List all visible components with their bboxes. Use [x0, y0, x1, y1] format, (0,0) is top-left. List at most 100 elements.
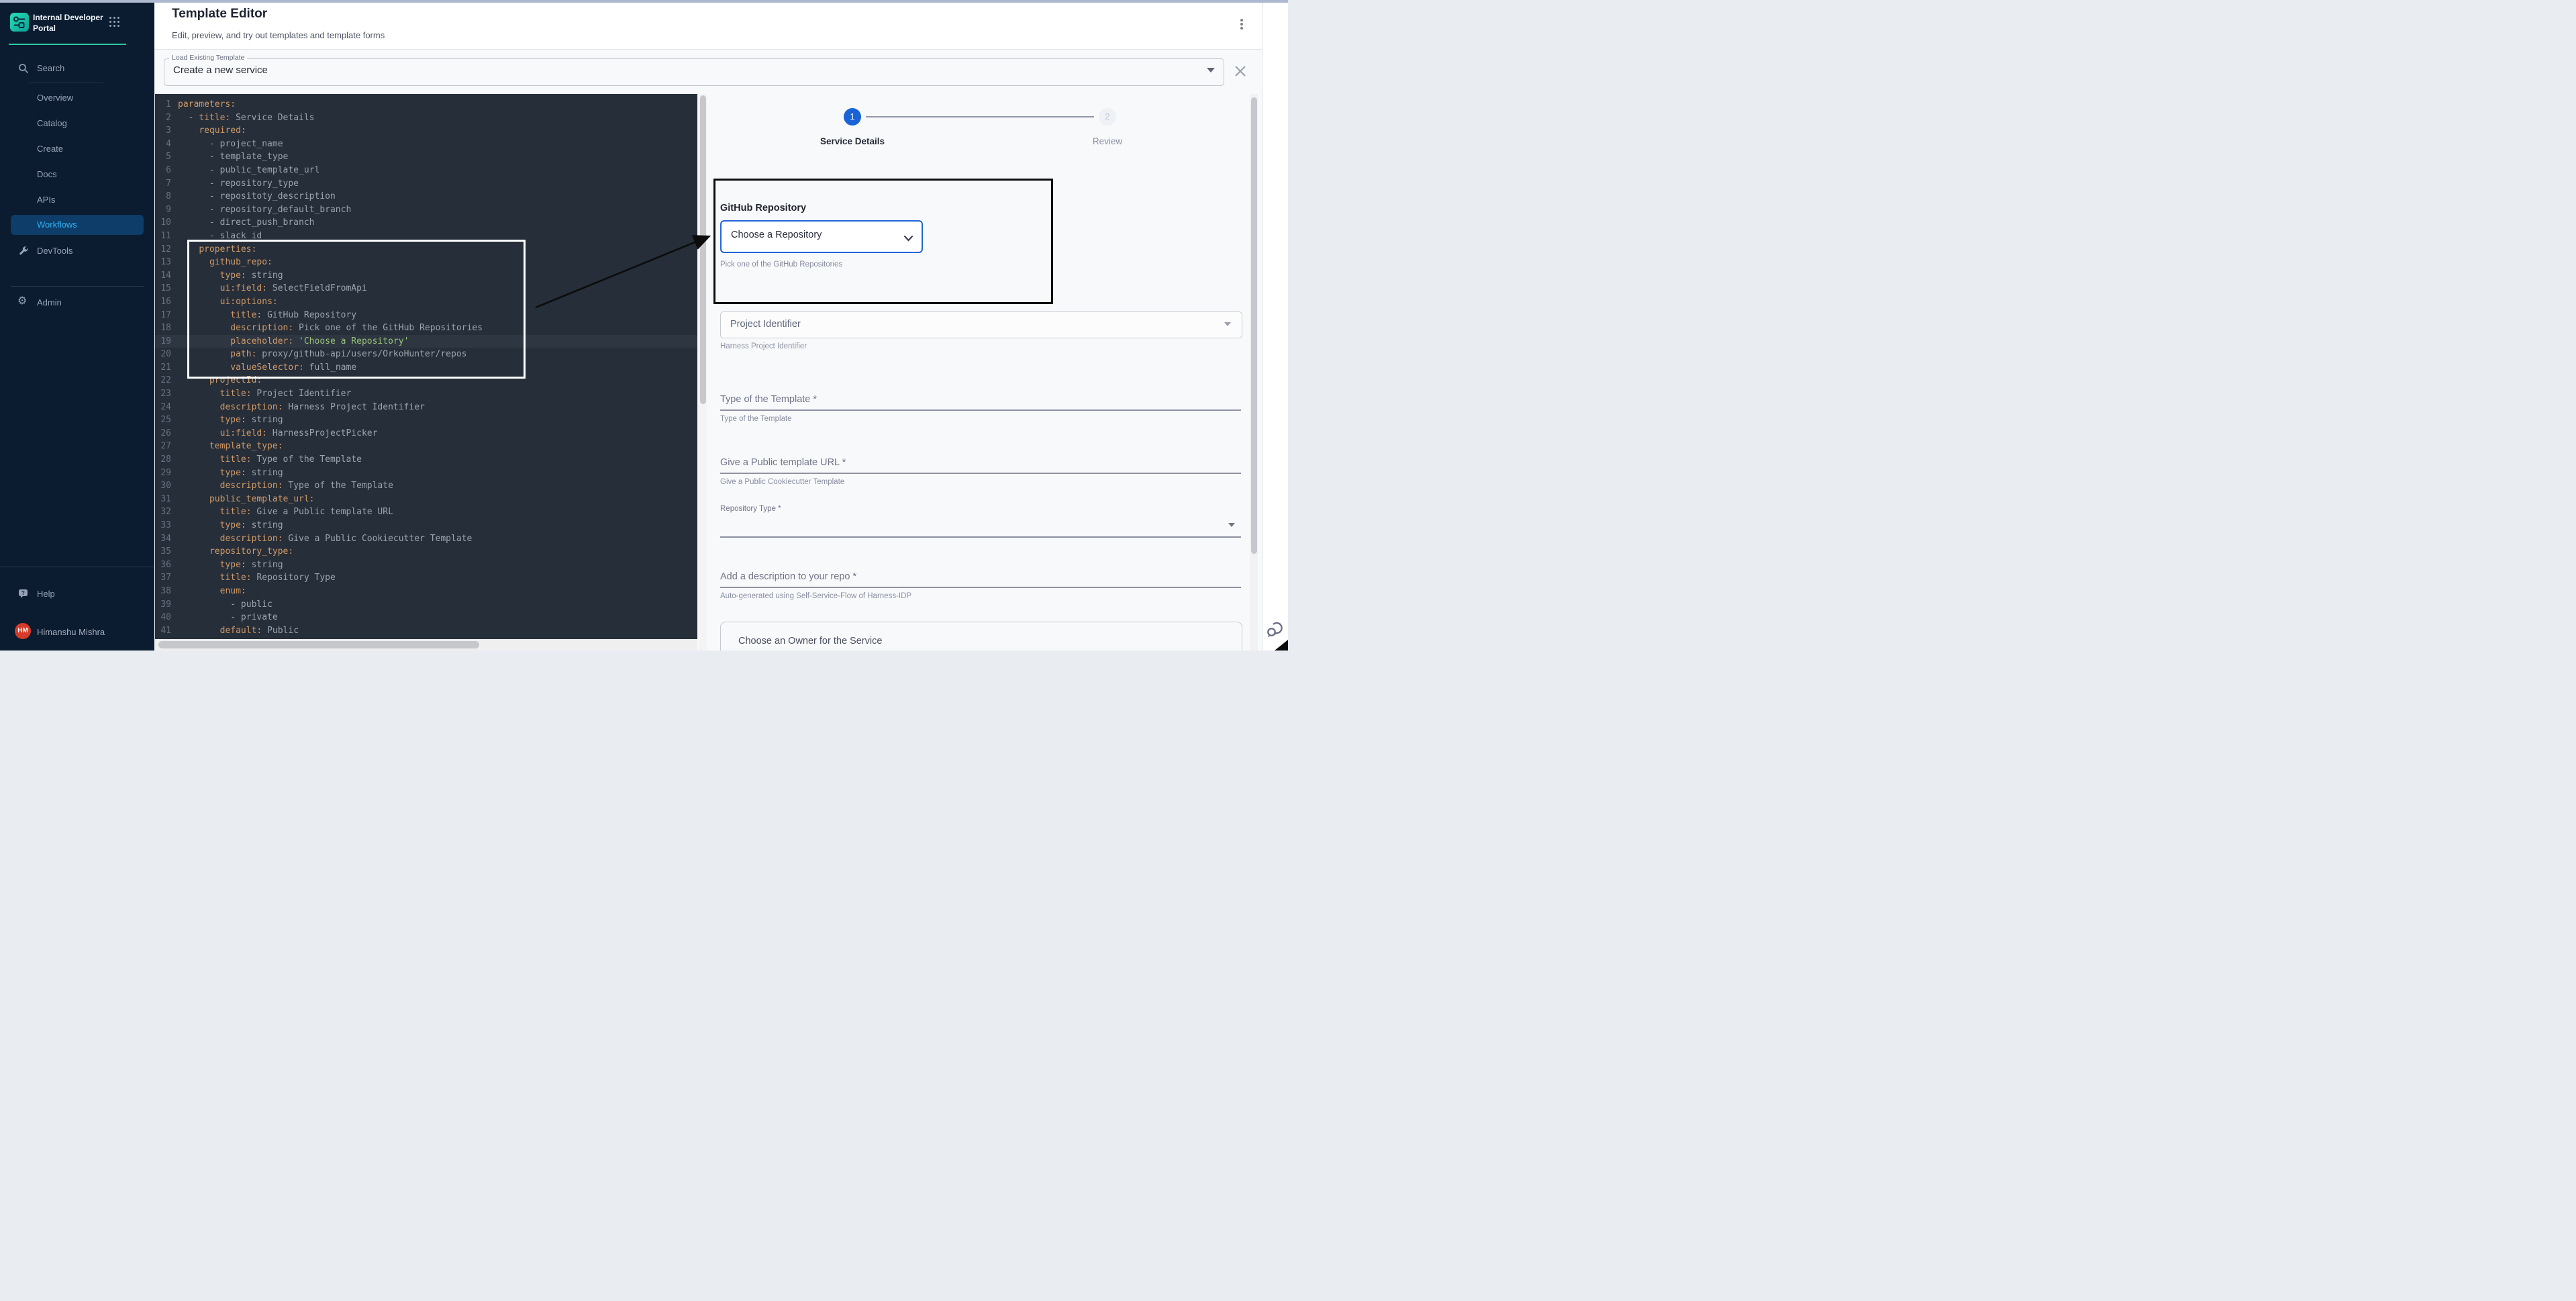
sidebar-item-create[interactable]: Create	[0, 140, 154, 158]
yaml-code-editor[interactable]: 1parameters:2 - title: Service Details3 …	[155, 94, 697, 650]
code-line[interactable]: 4 - project_name	[155, 138, 697, 151]
line-content: description: Pick one of the GitHub Repo…	[178, 323, 483, 333]
stepper-step-2[interactable]: 2	[1099, 108, 1116, 126]
sidebar-item-workflows[interactable]: Workflows	[11, 215, 144, 235]
app-switcher-icon[interactable]	[109, 17, 121, 28]
code-line[interactable]: 40 - private	[155, 611, 697, 624]
line-number: 32	[155, 505, 171, 519]
sidebar-item-overview[interactable]: Overview	[0, 89, 154, 107]
code-line[interactable]: 25 type: string	[155, 414, 697, 427]
project-identifier-select[interactable]: Project Identifier	[720, 311, 1242, 338]
code-line[interactable]: 17 title: GitHub Repository	[155, 309, 697, 322]
github-repository-label: GitHub Repository	[720, 203, 806, 213]
code-line[interactable]: 23 title: Project Identifier	[155, 387, 697, 401]
kebab-menu-icon[interactable]	[1236, 17, 1247, 32]
code-line[interactable]: 30 description: Type of the Template	[155, 479, 697, 493]
user-name[interactable]: Himanshu Mishra	[37, 627, 105, 637]
avatar[interactable]: HM	[15, 623, 31, 639]
chat-bubbles-icon[interactable]	[1265, 619, 1286, 640]
editor-horizontal-scrollbar[interactable]	[155, 639, 697, 650]
code-line[interactable]: 29 type: string	[155, 467, 697, 480]
line-number: 19	[155, 335, 171, 348]
app-logo-icon[interactable]	[10, 13, 29, 32]
code-line[interactable]: 39 - public	[155, 598, 697, 612]
line-content: template_type:	[178, 441, 283, 451]
code-line[interactable]: 15 ui:field: SelectFieldFromApi	[155, 282, 697, 295]
template-type-input[interactable]	[720, 409, 1241, 411]
code-line[interactable]: 27 template_type:	[155, 440, 697, 453]
line-content: type: string	[178, 468, 283, 478]
sidebar-item-help[interactable]: ? Help	[0, 585, 154, 604]
sidebar-item-docs[interactable]: Docs	[0, 165, 154, 184]
stepper-step-1[interactable]: 1	[844, 108, 861, 126]
line-content: parameters:	[178, 99, 236, 109]
code-line[interactable]: 3 required:	[155, 124, 697, 138]
code-line[interactable]: 18 description: Pick one of the GitHub R…	[155, 322, 697, 335]
scrollbar-thumb[interactable]	[700, 95, 706, 404]
editor-vertical-scrollbar[interactable]	[699, 94, 707, 650]
code-line[interactable]: 8 - repositoty_description	[155, 190, 697, 203]
repository-type-select[interactable]	[720, 536, 1241, 538]
code-line[interactable]: 11 - slack_id	[155, 230, 697, 243]
line-content: - slack_id	[178, 231, 262, 241]
code-line[interactable]: 33 type: string	[155, 519, 697, 532]
sidebar-item-apis[interactable]: APIs	[0, 191, 154, 209]
code-line[interactable]: 14 type: string	[155, 269, 697, 283]
code-line[interactable]: 21 valueSelector: full_name	[155, 361, 697, 375]
sidebar-item-devtools[interactable]: DevTools	[0, 242, 154, 260]
preview-panel-scrollbar[interactable]	[1250, 94, 1258, 650]
code-line[interactable]: 41 default: Public	[155, 624, 697, 638]
code-line[interactable]: 1parameters:	[155, 98, 697, 111]
template-type-helper: Type of the Template	[720, 415, 792, 423]
code-line[interactable]: 24 description: Harness Project Identifi…	[155, 401, 697, 414]
code-line[interactable]: 12 properties:	[155, 243, 697, 256]
code-line[interactable]: 32 title: Give a Public template URL	[155, 505, 697, 519]
code-line[interactable]: 6 - public_template_url	[155, 164, 697, 177]
code-line[interactable]: 36 type: string	[155, 559, 697, 572]
line-content: required:	[178, 126, 246, 136]
line-number: 20	[155, 348, 171, 361]
code-line[interactable]: 34 description: Give a Public Cookiecutt…	[155, 532, 697, 546]
sidebar-item-catalog[interactable]: Catalog	[0, 114, 154, 133]
line-number: 11	[155, 230, 171, 243]
project-identifier-helper: Harness Project Identifier	[720, 342, 807, 350]
scrollbar-thumb[interactable]	[158, 641, 479, 648]
code-line[interactable]: 10 - direct_push_branch	[155, 216, 697, 230]
sidebar-item-label: Help	[37, 585, 55, 604]
code-line[interactable]: 7 - repository_type	[155, 177, 697, 191]
github-repository-select[interactable]: Choose a Repository	[720, 220, 923, 253]
code-line[interactable]: 5 - template_type	[155, 150, 697, 164]
line-number: 35	[155, 545, 171, 559]
code-line[interactable]: 28 title: Type of the Template	[155, 453, 697, 467]
line-number: 23	[155, 387, 171, 401]
sidebar-item-label: Search	[37, 59, 64, 78]
line-number: 2	[155, 111, 171, 125]
scrollbar-thumb[interactable]	[1251, 97, 1257, 554]
line-content: type: string	[178, 520, 283, 530]
stepper-connector	[866, 116, 1094, 117]
repo-description-input[interactable]	[720, 587, 1241, 588]
code-line[interactable]: 16 ui:options:	[155, 295, 697, 309]
owner-select-label: Choose an Owner for the Service	[738, 636, 882, 646]
dropdown-caret-icon	[1224, 322, 1231, 326]
code-line[interactable]: 20 path: proxy/github-api/users/OrkoHunt…	[155, 348, 697, 361]
owner-select-box[interactable]: Choose an Owner for the Service	[720, 622, 1242, 650]
line-content: - private	[178, 612, 278, 622]
github-repository-select-value: Choose a Repository	[731, 230, 822, 240]
close-icon[interactable]	[1234, 64, 1247, 78]
code-line[interactable]: 31 public_template_url:	[155, 493, 697, 506]
code-line[interactable]: 9 - repository_default_branch	[155, 203, 697, 217]
code-line[interactable]: 35 repository_type:	[155, 545, 697, 559]
load-template-select[interactable]	[164, 58, 1224, 86]
sidebar-item-search[interactable]: Search	[0, 59, 154, 78]
code-line[interactable]: 38 enum:	[155, 585, 697, 598]
stepper-step-1-label: Service Details	[792, 136, 913, 146]
sidebar-item-admin[interactable]: ⚙ Admin	[0, 293, 154, 312]
code-line[interactable]: 13 github_repo:	[155, 256, 697, 269]
code-line[interactable]: 2 - title: Service Details	[155, 111, 697, 125]
code-line[interactable]: 19 placeholder: 'Choose a Repository'	[155, 335, 697, 348]
public-url-input[interactable]	[720, 473, 1241, 474]
code-line[interactable]: 37 title: Repository Type	[155, 571, 697, 585]
code-line[interactable]: 26 ui:field: HarnessProjectPicker	[155, 427, 697, 440]
code-line[interactable]: 22 projectId:	[155, 374, 697, 387]
